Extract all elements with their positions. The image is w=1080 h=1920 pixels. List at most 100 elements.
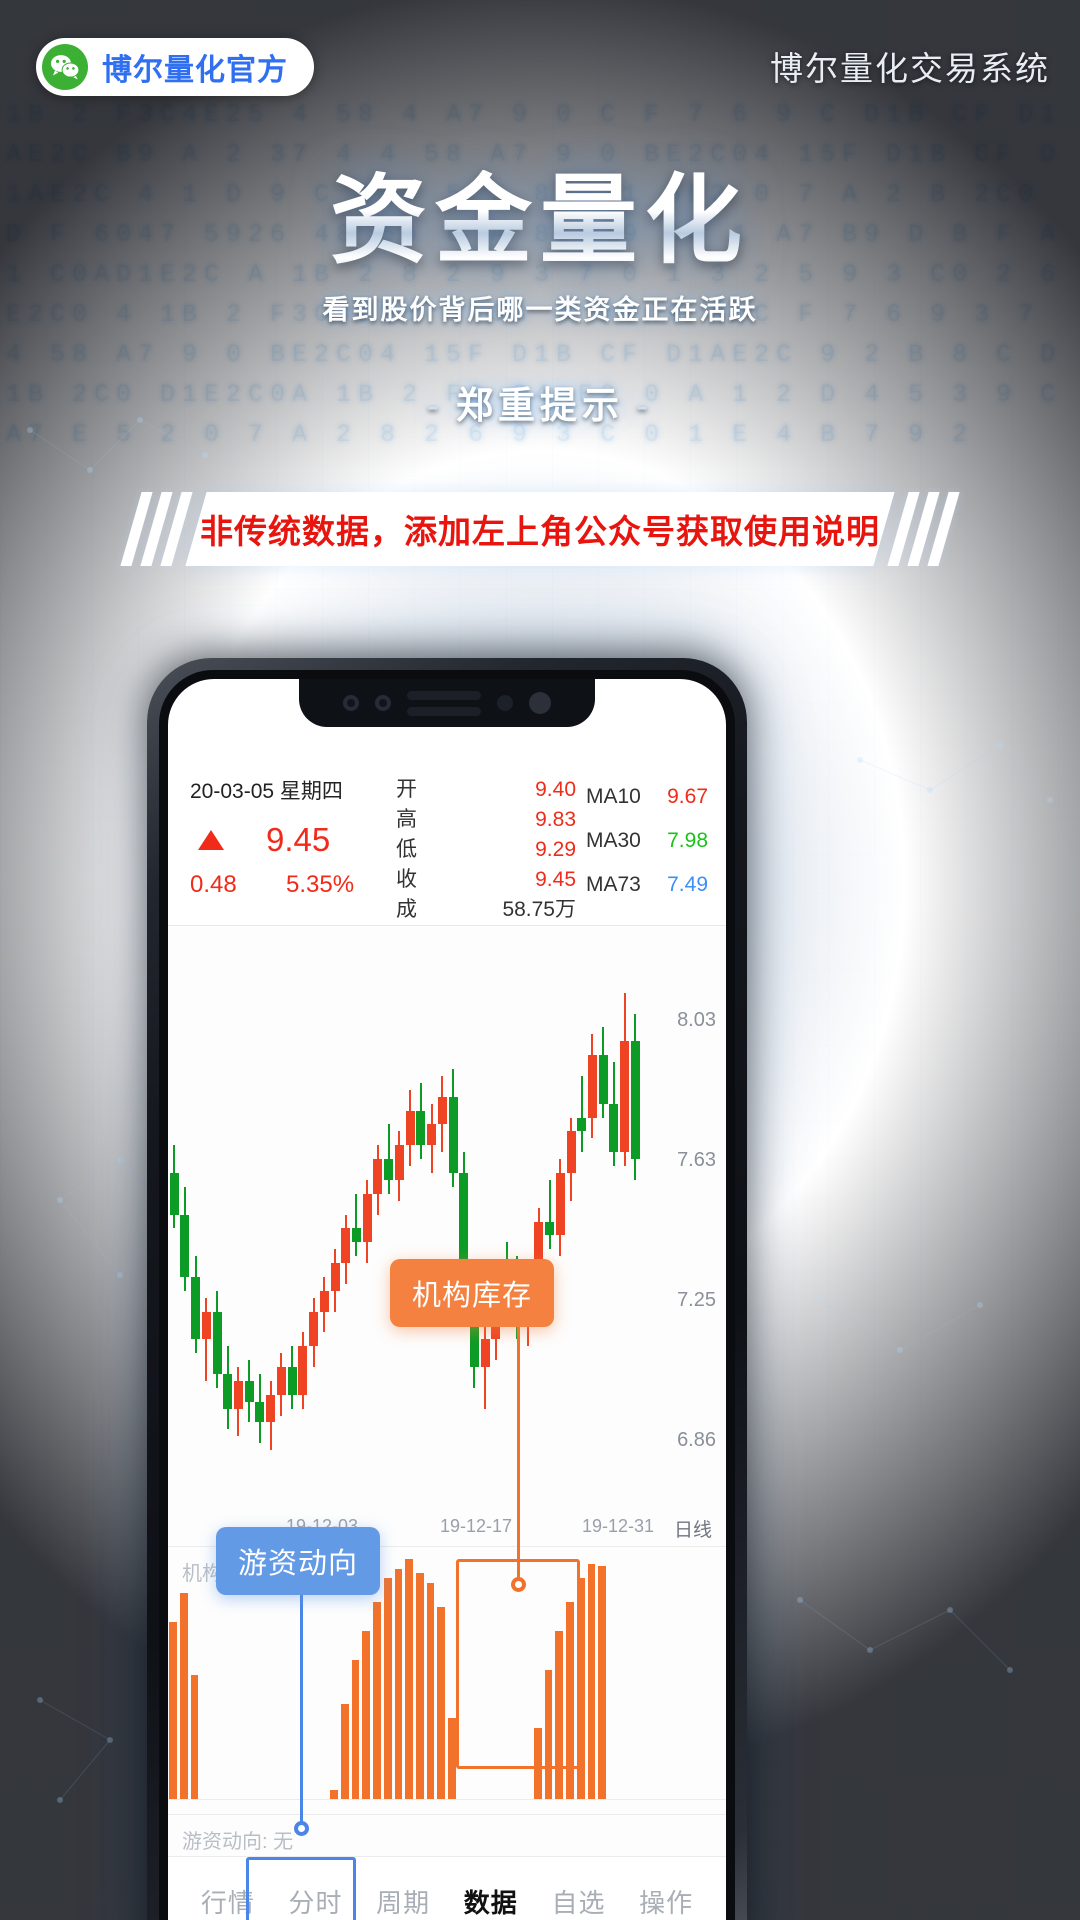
notice-box: 非传统数据，添加左上角公众号获取使用说明 [185,492,895,566]
candle [276,927,286,1516]
candle [609,927,619,1516]
institution-baseline [168,1799,726,1800]
earpiece-speaker [407,690,481,716]
candle-body [620,1041,630,1153]
candle-body [201,1311,211,1340]
quote-high-label: 高 [396,808,417,831]
candle [384,927,394,1516]
front-camera-icon [343,695,359,711]
promo-page: 1B 2 F3C4E25 4 58 4 A7 9 0 C F 7 6 9 C D… [0,0,1080,1920]
sensor-icon [375,695,391,711]
hot-money-title: 游资动向: 无 [182,1831,294,1853]
candle-body [309,1311,319,1347]
hero-section: 资金量化 看到股价背后哪一类资金正在活跃 - 郑重提示 - [0,170,1080,429]
kline-pane[interactable]: 8.03 7.63 7.25 6.86 19-12-03 19-12-17 19… [168,927,726,1547]
nav-item-watchlist[interactable]: 自选 [551,1883,605,1920]
candle [577,927,587,1516]
ma73-label: MA73 [586,873,641,896]
slash-decor-left [120,492,193,566]
quote-header: 20-03-05 星期四 9.45 0.48 5.35% 开 9.40 高 9.… [168,775,726,925]
quote-ma-column: MA10 9.67 MA30 7.98 MA73 7.49 [586,775,708,925]
candle [362,927,372,1516]
candle-body [437,1096,447,1125]
candle [534,927,544,1516]
tooltip-hot-money[interactable]: 游资动向 [216,1527,381,1595]
histogram-bar [362,1631,371,1800]
candle-body [330,1263,340,1291]
dash-left: - [426,384,444,426]
candle-body [555,1172,565,1236]
quote-open-label: 开 [396,778,417,801]
quote-volume-row: 成 58.75万 [396,895,576,925]
candle [448,927,458,1516]
candle [598,927,608,1516]
candle-body [351,1228,361,1243]
nav-item-operations[interactable]: 操作 [639,1883,693,1920]
candle-body [298,1346,308,1395]
candle [555,927,565,1516]
candle-body [373,1159,383,1194]
date-tick-2: 19-12-31 [582,1516,655,1536]
candle-body [180,1214,190,1277]
quote-last-price: 9.45 [266,821,331,858]
candle-body [577,1117,587,1132]
quote-date: 20-03-05 星期四 [190,780,343,803]
candle [566,927,576,1516]
candle [502,927,512,1516]
quote-ohlc-column: 开 9.40 高 9.83 低 9.29 收 9.45 成 58.75万 [396,775,576,925]
histogram-bar [598,1566,607,1800]
candle [394,927,404,1516]
candle-body [191,1276,201,1340]
histogram-bar [437,1607,446,1800]
histogram-bar [416,1573,424,1800]
candle [341,927,351,1516]
wechat-icon [42,44,88,90]
chart-area[interactable]: 8.03 7.63 7.25 6.86 19-12-03 19-12-17 19… [168,927,726,1920]
candle-body [448,1096,458,1173]
quote-left-column: 20-03-05 星期四 9.45 0.48 5.35% [190,775,386,925]
quote-close-value: 9.45 [535,868,576,891]
phone-screen: 20-03-05 星期四 9.45 0.48 5.35% 开 9.40 高 9.… [168,679,726,1920]
candle [427,927,437,1516]
price-axis: 8.03 7.63 7.25 6.86 [646,927,716,1546]
candle [545,927,555,1516]
dash-right: - [636,384,654,426]
candle-body [545,1221,555,1236]
candle [255,927,265,1516]
face-id-sensor-icon [529,692,551,714]
nav-item-data[interactable]: 数据 [464,1883,518,1920]
speaker-bar-2 [407,706,481,716]
candle [373,927,383,1516]
candle [330,927,340,1516]
candle-wick [205,1297,208,1381]
candle [620,927,630,1516]
serious-notice-label: 郑重提示 [456,384,624,426]
quote-divider [168,925,726,926]
candle-body [255,1401,265,1423]
wechat-official-account-pill[interactable]: 博尔量化官方 [36,38,314,96]
candlestick-plot[interactable] [168,927,640,1516]
nav-item-period[interactable]: 周期 [376,1883,430,1920]
candle [287,927,297,1516]
hot-money-selection-box[interactable] [246,1857,356,1920]
phone-notch [299,679,595,727]
ma30-value: 7.98 [667,829,708,852]
candle [191,927,201,1516]
tooltip-institution-inventory[interactable]: 机构库存 [390,1259,555,1327]
candle-body [341,1228,351,1264]
histogram-bar [340,1703,349,1800]
top-bar: 博尔量化官方 博尔量化交易系统 [0,0,1080,132]
ma10-row: MA10 9.67 [586,775,708,819]
candle [437,927,447,1516]
candle-body [212,1311,222,1374]
institution-leader-dot [511,1577,526,1592]
histogram-bar [351,1660,360,1800]
candle [491,927,501,1516]
candle [469,927,479,1516]
ma30-label: MA30 [586,829,641,852]
date-tick-1: 19-12-17 [440,1516,513,1536]
candle [233,927,243,1516]
candle-body [287,1367,297,1395]
histogram-bar [383,1578,392,1800]
quote-volume-label: 成 [396,898,417,921]
